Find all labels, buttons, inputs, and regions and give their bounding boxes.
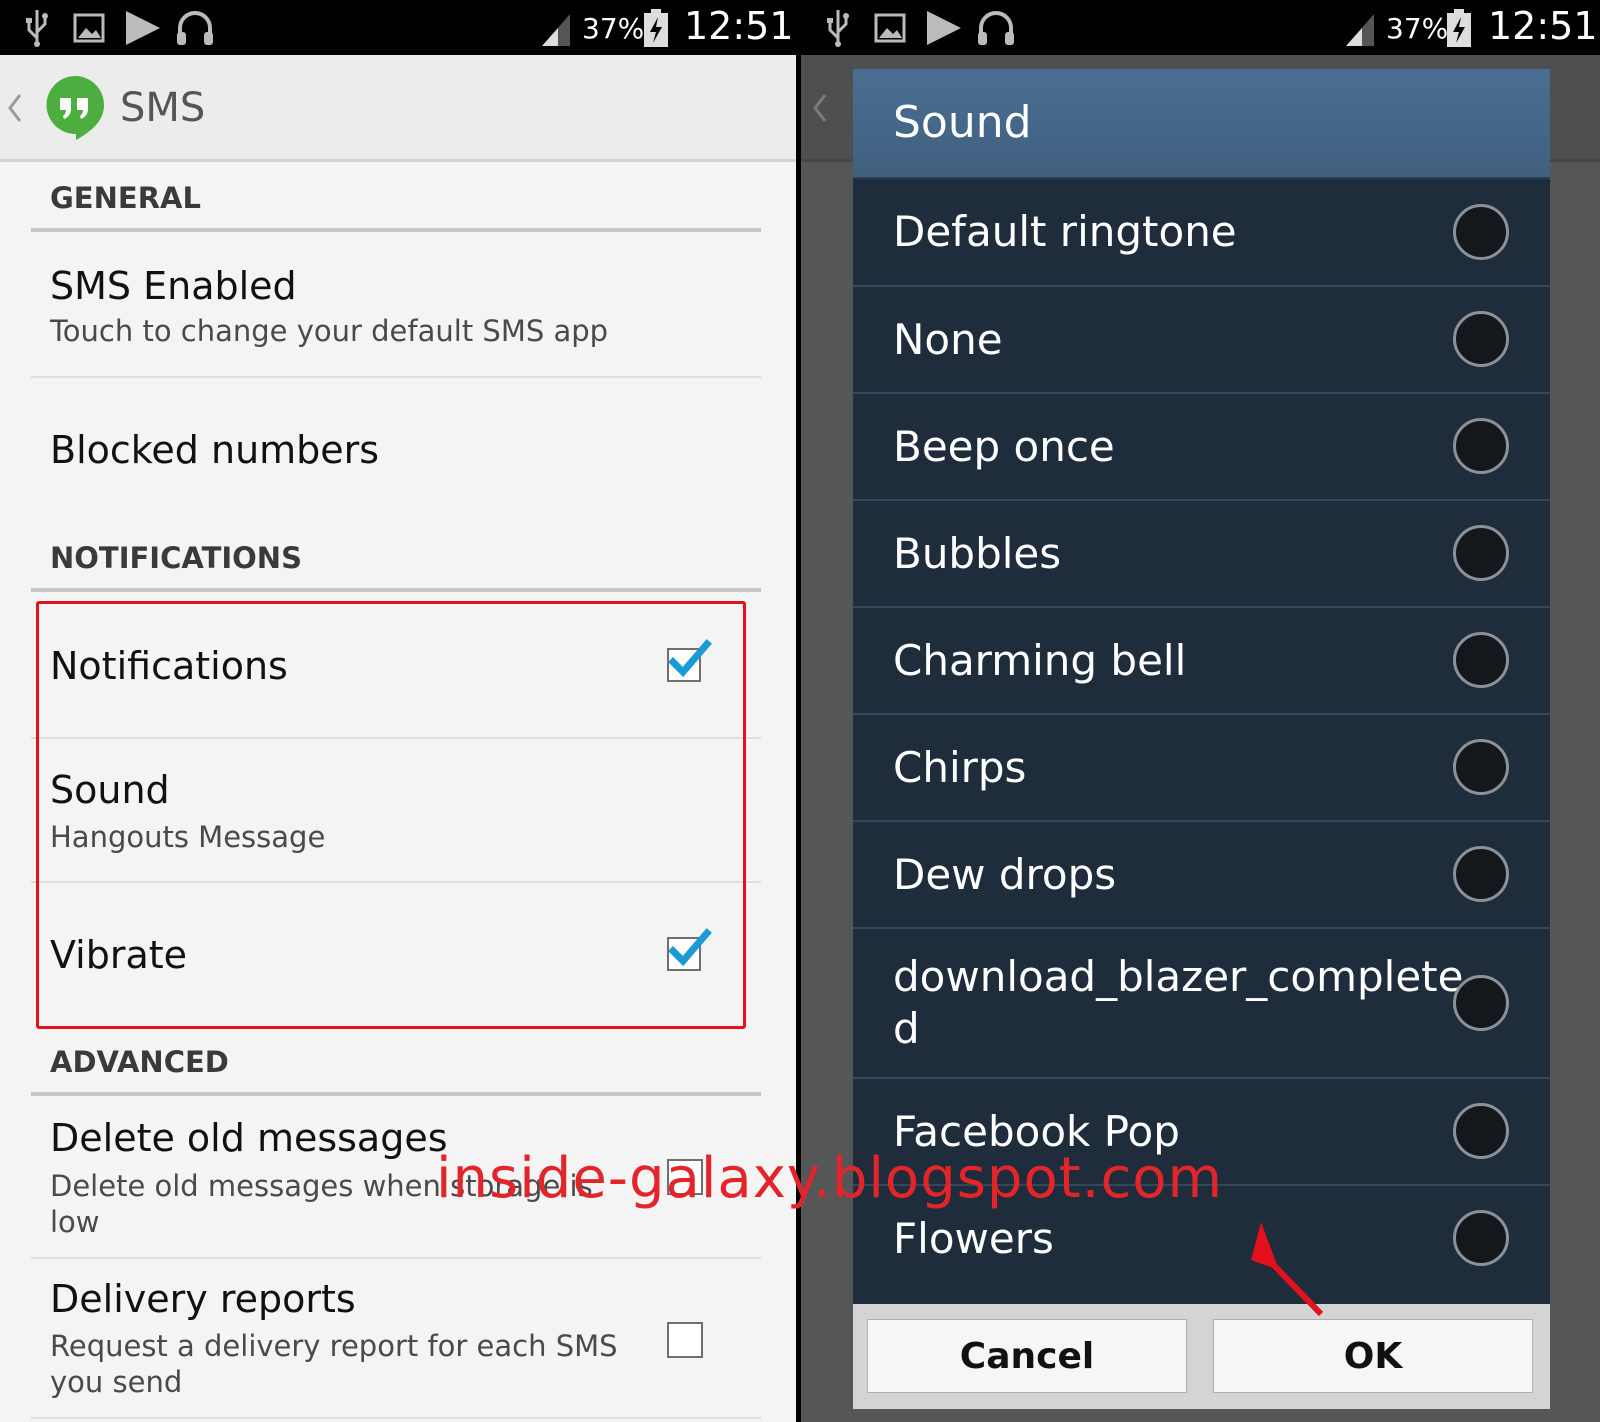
gallery-icon xyxy=(73,13,105,43)
status-bar: 37% 12:51 xyxy=(0,0,796,55)
blocked-numbers-row[interactable]: Blocked numbers xyxy=(0,378,796,518)
radio-button[interactable] xyxy=(1453,1210,1509,1266)
dialog-title: Sound xyxy=(893,97,1032,148)
watermark: inside-galaxy.blogspot.com xyxy=(436,1146,1224,1211)
play-icon xyxy=(126,11,160,45)
row-divider xyxy=(31,1417,761,1419)
usb-icon xyxy=(827,10,849,47)
red-arrow-icon xyxy=(1251,1222,1324,1317)
section-notifications: NOTIFICATIONS xyxy=(50,541,302,575)
battery-charging-icon xyxy=(644,9,668,47)
delete-old-title: Delete old messages xyxy=(50,1116,448,1160)
delivery-checkbox[interactable] xyxy=(667,1322,703,1358)
option-beep-once[interactable]: Beep once xyxy=(853,394,1550,501)
signal-icon xyxy=(542,14,570,46)
back-chevron-icon[interactable] xyxy=(4,91,24,125)
option-download-blazer-completed[interactable]: download_blazer_complete d xyxy=(853,929,1550,1079)
option-dew-drops[interactable]: Dew drops xyxy=(853,822,1550,929)
delete-old-subtitle-cont: low xyxy=(50,1205,100,1239)
option-chirps[interactable]: Chirps xyxy=(853,715,1550,822)
back-chevron-icon xyxy=(813,94,827,122)
page-title: SMS xyxy=(120,85,206,131)
battery-charging-icon xyxy=(1447,9,1471,47)
option-label: Default ringtone xyxy=(893,207,1237,256)
radio-button[interactable] xyxy=(1453,632,1509,688)
radio-button[interactable] xyxy=(1453,846,1509,902)
option-label: Charming bell xyxy=(893,636,1187,685)
option-label: Bubbles xyxy=(893,529,1062,578)
radio-button[interactable] xyxy=(1453,418,1509,474)
usb-icon xyxy=(26,10,48,47)
option-charming-bell[interactable]: Charming bell xyxy=(853,608,1550,715)
radio-button[interactable] xyxy=(1453,311,1509,367)
option-none[interactable]: None xyxy=(853,287,1550,394)
option-label: Flowers xyxy=(893,1214,1054,1263)
section-general: GENERAL xyxy=(50,181,201,215)
blocked-numbers-title: Blocked numbers xyxy=(50,428,380,472)
dialog-header: Sound xyxy=(853,69,1550,179)
highlight-box xyxy=(36,601,746,1029)
option-label: download_blazer_complete xyxy=(893,952,1464,1001)
ok-button[interactable]: OK xyxy=(1213,1319,1533,1393)
option-default-ringtone[interactable]: Default ringtone xyxy=(853,179,1550,287)
delivery-title: Delivery reports xyxy=(50,1277,356,1321)
delivery-subtitle: Request a delivery report for each SMS xyxy=(50,1329,618,1363)
radio-button[interactable] xyxy=(1453,1103,1509,1159)
cancel-button[interactable]: Cancel xyxy=(867,1319,1187,1393)
battery-percent: 37% xyxy=(582,12,645,45)
status-bar: 37% 12:51 xyxy=(801,0,1600,55)
option-label: Chirps xyxy=(893,743,1027,792)
clock: 12:51 xyxy=(1488,4,1598,48)
sms-enabled-row[interactable]: SMS Enabled Touch to change your default… xyxy=(0,232,796,376)
clock: 12:51 xyxy=(684,4,794,48)
section-advanced: ADVANCED xyxy=(50,1045,229,1079)
option-label-cont: d xyxy=(893,1004,920,1053)
radio-button[interactable] xyxy=(1453,204,1509,260)
battery-percent: 37% xyxy=(1386,12,1449,45)
option-bubbles[interactable]: Bubbles xyxy=(853,501,1550,608)
headphones-icon xyxy=(978,11,1014,45)
play-icon xyxy=(927,11,961,45)
dialog-button-bar: Cancel OK xyxy=(853,1304,1550,1409)
hangouts-logo-icon xyxy=(46,76,104,140)
radio-button[interactable] xyxy=(1453,975,1509,1031)
radio-button[interactable] xyxy=(1453,739,1509,795)
radio-button[interactable] xyxy=(1453,525,1509,581)
delivery-reports-row[interactable]: Delivery reports Request a delivery repo… xyxy=(0,1259,796,1417)
option-label: None xyxy=(893,315,1003,364)
delivery-subtitle-cont: you send xyxy=(50,1365,183,1399)
headphones-icon xyxy=(177,11,213,45)
section-divider xyxy=(31,588,761,592)
gallery-icon xyxy=(874,13,906,43)
sms-enabled-title: SMS Enabled xyxy=(50,264,297,308)
option-label: Dew drops xyxy=(893,850,1117,899)
action-bar: SMS xyxy=(0,55,796,162)
option-label: Beep once xyxy=(893,422,1115,471)
signal-icon xyxy=(1346,14,1374,46)
sms-enabled-subtitle: Touch to change your default SMS app xyxy=(50,314,609,348)
